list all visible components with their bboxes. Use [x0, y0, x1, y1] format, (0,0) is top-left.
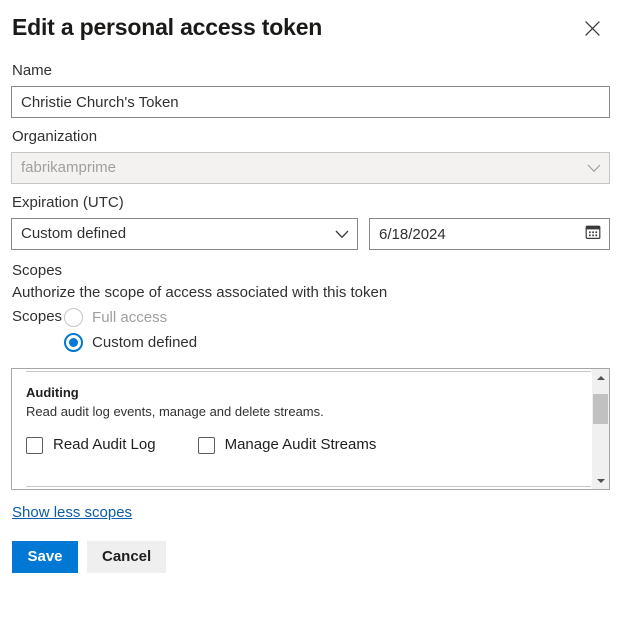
save-button[interactable]: Save: [12, 541, 78, 573]
checkbox-unchecked-icon: [198, 437, 215, 454]
chevron-down-icon: [587, 160, 601, 177]
close-button[interactable]: [576, 12, 608, 44]
radio-mark-selected-icon: [64, 333, 83, 352]
dialog-header: Edit a personal access token: [11, 12, 610, 52]
name-label: Name: [12, 61, 610, 81]
checkbox-read-audit-log-label: Read Audit Log: [53, 435, 156, 455]
expiration-row: Custom defined 6/18/2024: [11, 218, 610, 250]
expiration-date-input[interactable]: 6/18/2024: [369, 218, 610, 250]
checkbox-manage-audit-streams-label: Manage Audit Streams: [225, 435, 377, 455]
checkbox-unchecked-icon: [26, 437, 43, 454]
scopes-toggle-row: Show less scopes: [11, 504, 610, 522]
scopes-heading: Scopes: [12, 261, 610, 281]
page-title: Edit a personal access token: [11, 12, 322, 42]
radio-custom-defined-label: Custom defined: [92, 333, 197, 353]
scope-group-description: Read audit log events, manage and delete…: [26, 403, 577, 420]
close-icon: [584, 20, 601, 37]
scope-checkbox-row: Read Audit Log Manage Audit Streams: [26, 435, 577, 455]
expiration-preset-select[interactable]: Custom defined: [11, 218, 358, 250]
expiration-preset-value: Custom defined: [21, 219, 126, 249]
organization-value: fabrikamprime: [21, 153, 116, 183]
organization-select: fabrikamprime: [11, 152, 610, 184]
cancel-button[interactable]: Cancel: [87, 541, 166, 573]
scope-group-title: Auditing: [26, 384, 577, 401]
radio-custom-defined[interactable]: Custom defined: [64, 330, 197, 355]
scrollbar-track[interactable]: [592, 386, 609, 472]
show-less-scopes-link[interactable]: Show less scopes: [12, 504, 132, 521]
scopes-list-box: Auditing Read audit log events, manage a…: [11, 368, 610, 490]
chevron-down-icon: [335, 226, 349, 243]
scopes-radio-group: Scopes Full access Custom defined: [11, 305, 610, 355]
scopes-bottom-separator: [26, 486, 591, 487]
scopes-list-content: Auditing Read audit log events, manage a…: [12, 369, 591, 489]
scopes-scrollbar[interactable]: [591, 369, 609, 489]
scopes-top-separator: [26, 371, 591, 372]
scopes-description: Authorize the scope of access associated…: [12, 282, 610, 303]
calendar-icon[interactable]: [585, 224, 601, 244]
radio-mark-icon: [64, 308, 83, 327]
scopes-radio-group-label: Scopes: [11, 305, 62, 329]
checkbox-manage-audit-streams[interactable]: Manage Audit Streams: [198, 435, 377, 455]
scrollbar-thumb[interactable]: [593, 394, 608, 424]
radio-full-access-label: Full access: [92, 308, 167, 328]
radio-full-access: Full access: [64, 305, 197, 330]
dialog-footer: Save Cancel: [11, 541, 610, 573]
expiration-date-value: 6/18/2024: [379, 226, 446, 243]
scope-group-auditing: Auditing Read audit log events, manage a…: [26, 369, 577, 455]
scroll-up-arrow-icon[interactable]: [592, 369, 609, 386]
name-input[interactable]: [11, 86, 610, 118]
scroll-down-arrow-icon[interactable]: [592, 472, 609, 489]
checkbox-read-audit-log[interactable]: Read Audit Log: [26, 435, 156, 455]
organization-label: Organization: [12, 127, 610, 147]
expiration-label: Expiration (UTC): [12, 193, 610, 213]
edit-pat-dialog: Edit a personal access token Name Organi…: [0, 0, 621, 626]
